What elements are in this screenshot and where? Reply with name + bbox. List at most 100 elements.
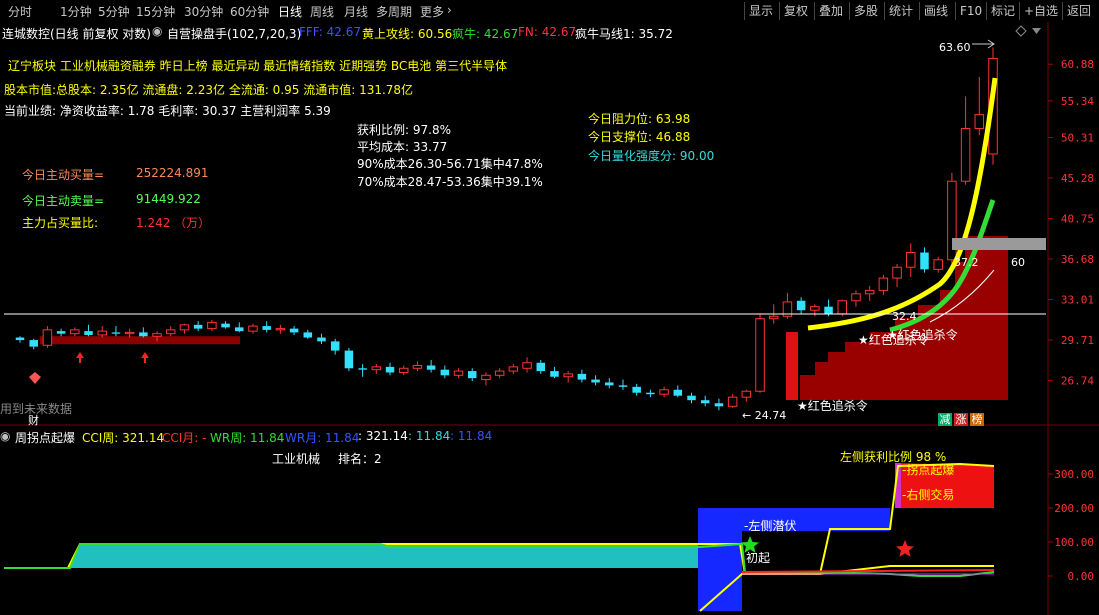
candle-body (727, 396, 738, 407)
candle-body (563, 373, 573, 378)
candle-body (317, 337, 326, 342)
period-tab-3[interactable]: 15分钟 (136, 3, 175, 19)
period-tab-4[interactable]: 30分钟 (184, 3, 223, 19)
period-tab-9[interactable]: 多周期 (376, 3, 412, 19)
toolbar-action-5[interactable]: 画线 (919, 2, 952, 20)
candle-body (207, 321, 217, 330)
candle-body (768, 315, 779, 320)
candle-body (248, 325, 258, 332)
candle-body (303, 332, 313, 338)
y-tick-label: 26.74 (1061, 374, 1094, 387)
toolbar-action-2[interactable]: 叠加 (814, 2, 847, 20)
candle-body (618, 385, 628, 387)
right-trade-label: -右侧交易 (902, 488, 955, 502)
candle-body (810, 306, 820, 311)
candle-body (864, 289, 875, 295)
candle-body (330, 341, 340, 351)
low-price-value: 24.74 (754, 409, 787, 422)
value-1: : 321.14 (358, 429, 408, 443)
indicator-dot-icon[interactable]: ◉ (152, 24, 162, 38)
period-tab-6[interactable]: 日线 (278, 3, 302, 19)
candle-body (700, 400, 710, 404)
red-volume-bar (786, 332, 798, 400)
candle-body (453, 370, 464, 376)
period-tab-1[interactable]: 1分钟 (60, 3, 92, 19)
cost-70: 70%成本28.47-53.36集中39.1% (357, 175, 543, 189)
yellow-line-value: 黄上攻线: 60.56 (362, 27, 453, 41)
indicator-name[interactable]: 自营操盘手(102,7,20,3) (167, 25, 301, 42)
low-price-label: ← 24.74 (742, 409, 787, 422)
sub-indicator-dot-icon[interactable]: ◉ (0, 429, 10, 443)
candle-body (358, 368, 367, 370)
candle-body (591, 379, 600, 383)
stock-title: 连城数控(日线 前复权 对数) (2, 27, 151, 41)
y-tick-label: 40.75 (1061, 213, 1094, 226)
toolbar-action-3[interactable]: 多股 (849, 2, 882, 20)
y-tick-label: 29.71 (1061, 334, 1094, 347)
sector-rank: 排名：2 (338, 452, 382, 466)
value-3: : 11.84 (450, 429, 493, 443)
y-tick-label: 33.01 (1061, 293, 1094, 306)
y-tick-label: 45.28 (1061, 172, 1094, 185)
candle-body (906, 252, 916, 268)
candle-body (426, 365, 436, 370)
fn-value: FN: 42.67 (518, 25, 577, 39)
blue-area (698, 508, 742, 611)
candle-body (851, 293, 861, 302)
wr-week: WR周: 11.84 (210, 431, 285, 445)
sub-y-tick-label: 300.00 (1054, 468, 1094, 481)
signal-red-kill-3: ★红色追杀令 (887, 328, 958, 342)
sub-y-tick-label: 0.00 (1068, 570, 1095, 583)
resistance-level: 今日阻力位: 63.98 (588, 112, 691, 126)
candle-body (536, 362, 546, 372)
candle-body (84, 331, 93, 335)
signal-red-kill-1: ★红色追杀令 (797, 399, 868, 413)
candle-body (165, 329, 176, 335)
candle-body (508, 366, 519, 372)
toolbar-action-7[interactable]: 标记 (986, 2, 1019, 20)
candle-body (152, 333, 162, 337)
candle-body (371, 366, 382, 371)
period-tab-8[interactable]: 月线 (344, 3, 368, 19)
badge-limit-up[interactable]: 涨 (954, 413, 968, 427)
candle-body (974, 114, 985, 130)
sub-indicator-name[interactable]: 周拐点起爆 (15, 429, 75, 446)
main-buy-ratio-label: 主力占买量比: (22, 216, 99, 230)
candle-body (960, 128, 971, 182)
toolbar-action-1[interactable]: 复权 (779, 2, 812, 20)
active-sell-value: 91449.922 (136, 192, 201, 206)
period-tab-5[interactable]: 60分钟 (230, 3, 269, 19)
candle-body (97, 330, 107, 336)
earnings: 当前业绩: 净资收益率: 1.78 毛利率: 30.37 主营利润率 5.39 (4, 104, 331, 118)
badge-list[interactable]: 榜 (970, 413, 984, 427)
candle-body (179, 324, 190, 331)
candle-body (70, 329, 80, 335)
period-tab-7[interactable]: 周线 (310, 3, 334, 19)
initial-label: 初起 (746, 551, 771, 565)
candle-body (56, 331, 66, 334)
candle-body (550, 371, 559, 377)
candle-body (344, 350, 354, 369)
badge-reduce[interactable]: 减 (938, 413, 952, 427)
grey-band (952, 238, 1046, 250)
y-tick-label: 60.88 (1061, 58, 1094, 71)
toolbar-action-4[interactable]: 统计 (884, 2, 917, 20)
candle-body (15, 337, 25, 341)
mid-label-b: 60 (1011, 256, 1025, 269)
toolbar-action-6[interactable]: F10 (955, 2, 986, 20)
candle-body (646, 392, 655, 395)
mad-bull-value: 疯牛: 42.67 (452, 27, 519, 41)
period-tab-2[interactable]: 5分钟 (98, 3, 130, 19)
candle-body (139, 332, 148, 337)
toolbar-action-8[interactable]: +自选 (1019, 2, 1062, 20)
candle-body (933, 259, 943, 270)
candle-body (878, 277, 889, 291)
candle-body (275, 328, 286, 331)
toolbar-action-9[interactable]: 返回 (1062, 2, 1095, 20)
more-chevron-icon[interactable]: › (447, 3, 452, 19)
toolbar-action-0[interactable]: 显示 (744, 2, 777, 20)
main-buy-ratio-value: 1.242 （万） (136, 216, 211, 230)
candle-body (892, 266, 902, 279)
period-tab-0[interactable]: 分时 (8, 3, 32, 19)
period-tab-10[interactable]: 更多 (420, 3, 444, 19)
